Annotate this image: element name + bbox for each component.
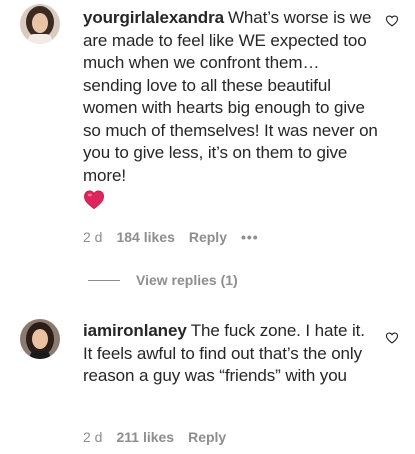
comment-time: 2 d [83, 429, 103, 445]
reply-button[interactable]: Reply [188, 429, 226, 445]
divider [88, 279, 120, 281]
avatar[interactable] [20, 319, 60, 359]
view-replies-label[interactable]: View replies (1) [136, 272, 238, 288]
reply-button[interactable]: Reply [189, 229, 227, 245]
comment-likes[interactable]: 184 likes [116, 229, 174, 245]
heart-outline-icon[interactable] [385, 331, 399, 345]
comment-username[interactable]: iamironlaney [83, 321, 187, 340]
comment-time: 2 d [83, 229, 103, 245]
comment-body: yourgirlalexandra What’s worse is we are … [83, 7, 378, 211]
comment-meta: 2 d 211 likes Reply [83, 429, 240, 445]
more-options-icon[interactable]: ••• [241, 229, 259, 245]
comment-body: iamironlaney The fuck zone. I hate it. It… [83, 320, 378, 388]
view-replies-button[interactable]: View replies (1) [88, 272, 238, 288]
comment-username[interactable]: yourgirlalexandra [83, 8, 224, 27]
comment-meta: 2 d 184 likes Reply ••• [83, 229, 273, 245]
heart-outline-icon[interactable] [385, 14, 399, 28]
avatar[interactable] [20, 4, 60, 44]
red-heart-icon [83, 187, 378, 211]
comment-likes[interactable]: 211 likes [116, 429, 174, 445]
comment-text: What’s worse is we are made to feel like… [83, 8, 378, 185]
